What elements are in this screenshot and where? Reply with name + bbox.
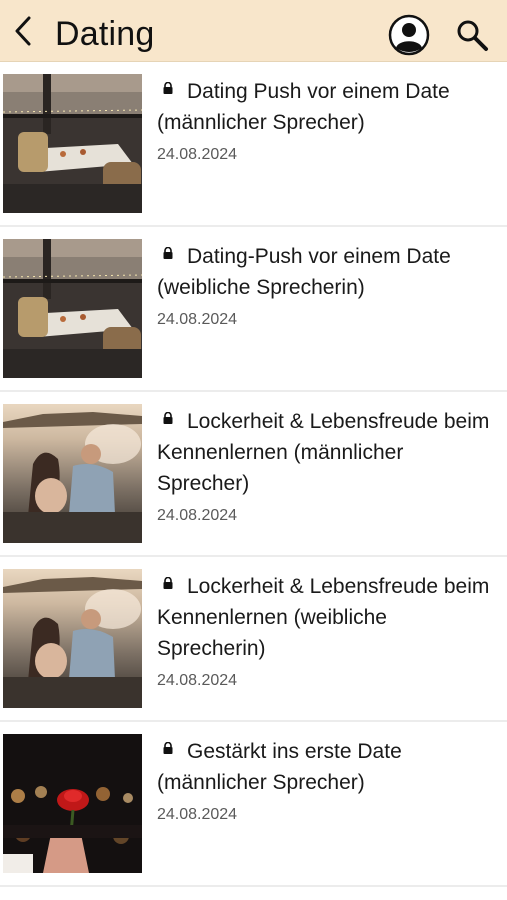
list-item-date: 24.08.2024 [157, 672, 238, 689]
couple-sea-thumbnail [3, 569, 142, 708]
lock-icon [163, 577, 173, 589]
chevron-left-icon [15, 16, 31, 46]
list-item-title: Lockerheit & Lebensfreude beim Kennenler… [157, 406, 497, 499]
list-item-title: Gestärkt ins erste Date (männlicher Spre… [157, 736, 497, 798]
list-item-text: Dating Push vor einem Date (männlicher S… [157, 76, 497, 166]
profile-button[interactable] [388, 14, 430, 56]
list-item-date: 24.08.2024 [157, 146, 238, 163]
list-item-title-text: Lockerheit & Lebensfreude beim Kennenler… [157, 575, 490, 660]
list-item-text: Lockerheit & Lebensfreude beim Kennenler… [157, 406, 497, 527]
list-item-title-text: Gestärkt ins erste Date (männlicher Spre… [157, 740, 402, 794]
list-item-title-text: Lockerheit & Lebensfreude beim Kennenler… [157, 410, 490, 495]
list-item[interactable]: Lockerheit & Lebensfreude beim Kennenler… [0, 557, 507, 722]
list-item-title: Dating-Push vor einem Date (weibliche Sp… [157, 241, 497, 303]
rooftop-dinner-thumbnail [3, 74, 142, 213]
app-header: Dating [0, 0, 507, 62]
lock-icon [163, 742, 173, 754]
list-item-title-text: Dating-Push vor einem Date (weibliche Sp… [157, 245, 451, 299]
list-item-date: 24.08.2024 [157, 311, 238, 328]
list-item-date: 24.08.2024 [157, 806, 238, 823]
partial-list-item-thumbnail [3, 825, 142, 838]
list-item-date: 24.08.2024 [157, 507, 238, 524]
lock-icon [163, 82, 173, 94]
list-item-title: Dating Push vor einem Date (männlicher S… [157, 76, 497, 138]
list-item[interactable]: Dating Push vor einem Date (männlicher S… [0, 62, 507, 227]
rose-thumbnail [3, 734, 142, 873]
list-item-title: Lockerheit & Lebensfreude beim Kennenler… [157, 571, 497, 664]
list-item[interactable]: Gestärkt ins erste Date (männlicher Spre… [0, 722, 507, 887]
couple-sea-thumbnail [3, 404, 142, 543]
list-item-text: Lockerheit & Lebensfreude beim Kennenler… [157, 571, 497, 692]
lock-icon [163, 412, 173, 424]
user-circle-icon [388, 14, 430, 56]
page-title: Dating [55, 15, 155, 53]
list-item-text: Dating-Push vor einem Date (weibliche Sp… [157, 241, 497, 331]
back-button[interactable] [8, 14, 38, 48]
search-icon [457, 20, 488, 51]
rooftop-dinner-thumbnail [3, 239, 142, 378]
list-item[interactable]: Lockerheit & Lebensfreude beim Kennenler… [0, 392, 507, 557]
lock-icon [163, 247, 173, 259]
search-button[interactable] [454, 17, 490, 53]
list-item[interactable]: Dating-Push vor einem Date (weibliche Sp… [0, 227, 507, 392]
list-item-title-text: Dating Push vor einem Date (männlicher S… [157, 80, 450, 134]
list-item-text: Gestärkt ins erste Date (männlicher Spre… [157, 736, 497, 826]
content-list: Dating Push vor einem Date (männlicher S… [0, 62, 507, 887]
